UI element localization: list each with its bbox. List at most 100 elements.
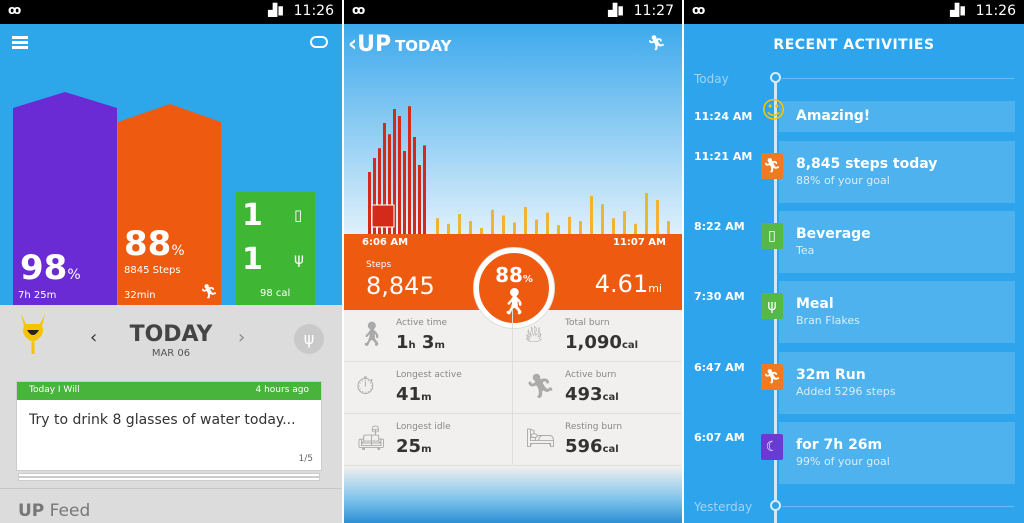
status-bar: ꝏ ▟▮ 11:27 [344, 0, 682, 24]
add-activity-icon[interactable]: 🏃︎ [647, 34, 666, 52]
activity-bar [579, 221, 582, 235]
feed-brand: UP [18, 501, 45, 521]
stat-longest-active[interactable]: ⏱︎ Longest active 41m [344, 362, 512, 414]
stat-label: Longest idle [396, 422, 451, 432]
activity-row[interactable] [779, 352, 1015, 414]
calories: 98 cal [260, 288, 291, 299]
band-sync-icon[interactable] [310, 36, 328, 48]
today-label: Today [694, 72, 729, 86]
food-drink-box[interactable]: 1 ▯ 1 ψ 98 cal [236, 192, 315, 305]
activity-chart[interactable] [344, 70, 682, 240]
back-button[interactable]: ‹UP TODAY [348, 32, 452, 57]
activity-subtitle: Tea [796, 244, 815, 257]
activity-bar [491, 209, 494, 235]
steps-count: 8845 Steps [124, 265, 181, 276]
start-time: 6:06 AM [362, 237, 409, 248]
signal-icon: ▟▮ [950, 3, 966, 17]
activity-bar [590, 195, 593, 235]
glass-icon: ▯ [761, 223, 783, 249]
stat-value: 596cal [565, 436, 619, 457]
stat-value: 1,090cal [565, 332, 639, 353]
menu-icon[interactable] [12, 36, 28, 49]
activity-subtitle: Added 5296 steps [796, 385, 896, 398]
today-i-will-card[interactable]: Today I Will 4 hours ago Try to drink 8 … [16, 381, 322, 471]
voicemail-icon: ꝏ [692, 3, 706, 17]
run-marker-icon[interactable] [371, 204, 395, 228]
activity-subtitle: Bran Flakes [796, 314, 860, 327]
steps-bar[interactable] [118, 104, 221, 305]
activity-bar [413, 137, 416, 235]
walking-icon: 🚶︎ [356, 320, 387, 348]
yesterday-label: Yesterday [694, 500, 753, 514]
activity-time: 7:30 AM [694, 290, 745, 303]
activity-bar [502, 215, 505, 235]
timeline-dot [770, 500, 781, 511]
distance-value: 4.61 [594, 270, 649, 298]
stat-label: Total burn [565, 318, 610, 328]
stat-value: 41m [396, 384, 432, 405]
activity-time: 6:07 AM [694, 431, 745, 444]
stat-resting-burn[interactable]: 🛏︎ Resting burn 596cal [513, 414, 681, 466]
feed-label: Feed [49, 501, 91, 521]
clock: 11:26 [975, 3, 1016, 19]
next-day-button[interactable]: › [238, 327, 245, 348]
activity-bar [418, 165, 421, 235]
activity-bar [408, 106, 411, 235]
runner-icon: 🏃︎ [200, 284, 218, 300]
activity-bar [568, 216, 571, 235]
today-date: MAR 06 [151, 348, 191, 359]
activity-row[interactable] [779, 211, 1015, 273]
stat-active-burn[interactable]: 🏃︎ Active burn 493cal [513, 362, 681, 414]
activity-bar [535, 219, 538, 235]
activity-bar [612, 218, 615, 235]
activity-row[interactable] [779, 141, 1015, 203]
card-page: 1/5 [298, 454, 313, 464]
activity-bar [458, 214, 461, 235]
stat-longest-idle[interactable]: 🛋︎ Longest idle 25m [344, 414, 512, 466]
stat-label: Resting burn [565, 422, 623, 432]
activity-bar [667, 221, 670, 235]
log-meal-button[interactable]: ψ [294, 324, 324, 354]
up-feed-link[interactable]: UP Feed [0, 488, 342, 523]
smiley-sun-icon: ☺ [761, 96, 787, 124]
stat-value: 1h 3m [396, 332, 445, 353]
card-text: Try to drink 8 glasses of water today... [29, 412, 296, 428]
activity-title: Meal [796, 296, 834, 312]
activity-time: 8:22 AM [694, 220, 745, 233]
activity-title: Beverage [796, 226, 871, 242]
status-bar: ꝏ ▟▮ 11:26 [684, 0, 1024, 24]
glass-icon: ▯ [294, 206, 303, 224]
stat-label: Active time [396, 318, 448, 328]
activity-bar [469, 221, 472, 235]
clock: 11:27 [633, 3, 674, 19]
sleep-duration: 7h 25m [18, 290, 57, 301]
activity-bar [368, 172, 371, 235]
page-title: RECENT ACTIVITIES [773, 37, 935, 53]
activity-subtitle: 88% of your goal [796, 174, 890, 187]
activity-bar [546, 212, 549, 235]
activity-bar [656, 200, 659, 235]
card-timestamp: 4 hours ago [255, 385, 310, 395]
voicemail-icon: ꝏ [8, 3, 22, 17]
fork-knife-icon: ψ [761, 293, 783, 319]
card-header-label: Today I Will [29, 385, 80, 395]
activity-bar [524, 207, 527, 235]
card-stack-edge [18, 477, 320, 481]
sky-footer [344, 466, 682, 523]
drinks-count: 1 [242, 198, 263, 233]
card-header: Today I Will 4 hours ago [17, 382, 321, 400]
activity-bar [645, 193, 648, 235]
activity-row[interactable] [779, 281, 1015, 343]
steps-value: 8,845 [366, 272, 435, 300]
stat-active-time[interactable]: 🚶︎ Active time 1h 3m [344, 310, 512, 362]
stat-value: 25m [396, 436, 432, 457]
end-time: 11:07 AM [612, 237, 666, 248]
activity-row[interactable] [779, 422, 1015, 484]
stat-total-burn[interactable]: 🔥︎ Total burn 1,090cal [513, 310, 681, 362]
timeline-dot [770, 72, 781, 83]
signal-icon: ▟▮ [268, 3, 284, 17]
activity-time: 11:21 AM [694, 150, 753, 163]
stat-label: Active burn [565, 370, 617, 380]
brand-logo: UP [357, 32, 392, 57]
voicemail-icon: ꝏ [352, 3, 366, 17]
